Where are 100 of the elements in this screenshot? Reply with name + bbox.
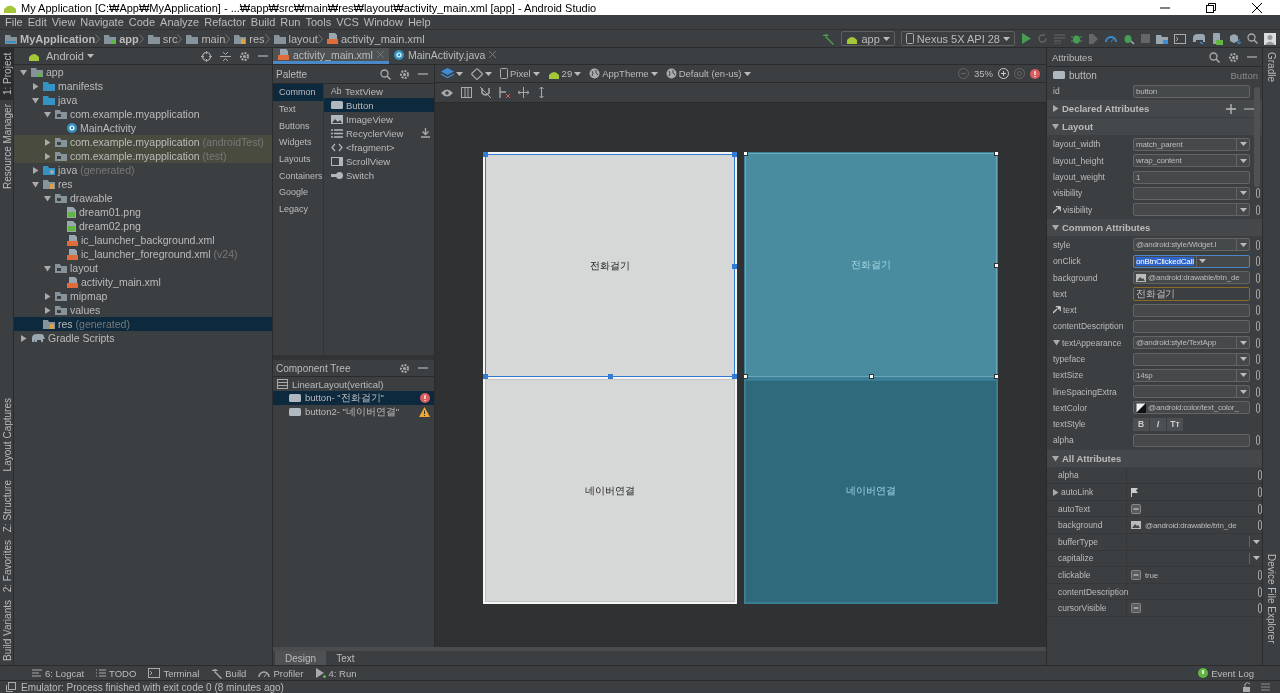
breadcrumb-item[interactable]: src bbox=[162, 32, 178, 45]
tree-item[interactable]: values bbox=[14, 303, 272, 317]
menu-item[interactable]: Run bbox=[279, 16, 305, 28]
hammer-icon[interactable] bbox=[822, 32, 836, 45]
menu-item[interactable]: Analyze bbox=[159, 16, 204, 28]
menu-item[interactable]: Build bbox=[249, 16, 280, 28]
collapsed-arrow-icon[interactable] bbox=[19, 334, 27, 342]
breadcrumb-item[interactable]: main bbox=[201, 32, 226, 45]
caret-icon[interactable] bbox=[1252, 556, 1260, 561]
breadcrumb-item[interactable]: app bbox=[119, 32, 139, 45]
warning-icon[interactable] bbox=[419, 407, 430, 417]
menu-item[interactable]: Refactor bbox=[203, 16, 250, 28]
target-icon[interactable] bbox=[201, 50, 212, 62]
vertical-arrows-icon[interactable] bbox=[537, 87, 546, 98]
bug-icon[interactable] bbox=[1071, 33, 1082, 44]
expanded-arrow-icon[interactable] bbox=[1052, 223, 1059, 231]
section-header[interactable]: Common Attributes bbox=[1047, 218, 1262, 236]
section-header[interactable]: All Attributes bbox=[1047, 449, 1262, 467]
preview-button[interactable]: 네이버연결 bbox=[745, 379, 997, 603]
palette-category[interactable]: Common bbox=[273, 84, 323, 101]
search-icon[interactable] bbox=[380, 68, 391, 80]
dropdown-field[interactable]: onBtnClickedCall bbox=[1133, 254, 1250, 268]
caret-icon[interactable] bbox=[1239, 191, 1247, 196]
collapsed-arrow-icon[interactable] bbox=[31, 82, 39, 90]
resource-picker-icon[interactable] bbox=[1256, 288, 1260, 299]
tree-item[interactable]: layout bbox=[14, 261, 272, 275]
text-field[interactable]: 1 bbox=[1133, 170, 1250, 184]
collapsed-arrow-icon[interactable] bbox=[43, 152, 51, 160]
palette-category[interactable]: Layouts bbox=[273, 150, 323, 168]
dropdown-field[interactable] bbox=[1133, 352, 1250, 366]
download-icon[interactable] bbox=[421, 128, 430, 138]
collapsed-arrow-icon[interactable] bbox=[43, 306, 51, 314]
editor-mode-tab[interactable]: Text bbox=[326, 651, 365, 665]
horizontal-arrows-icon[interactable] bbox=[518, 87, 529, 98]
search-icon[interactable] bbox=[1247, 33, 1258, 44]
text-field[interactable] bbox=[1133, 434, 1250, 447]
device-dropdown[interactable]: Pixel bbox=[500, 68, 540, 79]
menu-item[interactable]: Tools bbox=[304, 16, 336, 28]
user-avatar-icon[interactable] bbox=[1264, 32, 1276, 45]
tool-window-tab[interactable]: Resource Manager bbox=[0, 100, 14, 194]
menu-item[interactable]: Navigate bbox=[79, 16, 128, 28]
checkbox-icon[interactable] bbox=[1131, 603, 1141, 614]
lock-icon[interactable] bbox=[1243, 682, 1253, 692]
collapsed-arrow-icon[interactable] bbox=[1052, 488, 1059, 496]
resize-handle[interactable] bbox=[732, 263, 737, 269]
palette-item[interactable]: ImageView bbox=[324, 112, 434, 126]
tree-item[interactable]: res bbox=[14, 177, 272, 191]
resource-picker-icon[interactable] bbox=[1256, 305, 1260, 316]
expanded-arrow-icon[interactable] bbox=[1053, 339, 1060, 347]
palette-item[interactable]: ScrollView bbox=[324, 154, 434, 168]
resource-picker-icon[interactable] bbox=[1256, 354, 1260, 364]
section-header[interactable]: Layout bbox=[1047, 118, 1262, 136]
settings-icon[interactable] bbox=[399, 68, 410, 80]
tool-window-tab[interactable]: 1: Project bbox=[0, 48, 14, 100]
resource-picker-icon[interactable] bbox=[1256, 272, 1260, 283]
menu-item[interactable]: Edit bbox=[26, 16, 51, 28]
zoom-in-icon[interactable] bbox=[998, 68, 1009, 79]
caret-icon[interactable] bbox=[1239, 207, 1247, 212]
palette-category[interactable]: Google bbox=[273, 184, 323, 201]
text-style-toggle[interactable]: Tт bbox=[1167, 417, 1183, 431]
text-style-toggle[interactable]: B bbox=[1133, 417, 1149, 431]
palette-item[interactable]: Switch bbox=[324, 168, 434, 182]
dropdown-field[interactable] bbox=[1133, 385, 1250, 399]
expanded-arrow-icon[interactable] bbox=[43, 110, 51, 118]
caret-icon[interactable] bbox=[1239, 158, 1247, 163]
tool-window-button[interactable]: TODO bbox=[96, 667, 143, 679]
palette-category[interactable]: Legacy bbox=[273, 200, 323, 218]
palette-item[interactable]: Button bbox=[324, 98, 434, 112]
section-header[interactable]: Declared Attributes bbox=[1047, 100, 1262, 118]
resize-handle[interactable] bbox=[994, 151, 999, 156]
text-field[interactable]: @android:color/text_color_ bbox=[1133, 401, 1250, 415]
palette-category[interactable]: Widgets bbox=[273, 134, 323, 151]
caret-icon[interactable] bbox=[1239, 242, 1247, 247]
resource-picker-icon[interactable] bbox=[1256, 337, 1260, 348]
editor-tab[interactable]: activity_main.xml bbox=[273, 48, 389, 64]
text-field[interactable]: button bbox=[1133, 84, 1250, 98]
resize-handle[interactable] bbox=[608, 374, 613, 379]
tree-item[interactable]: java bbox=[14, 93, 272, 107]
component-tree-item[interactable]: button- "전화걸기" bbox=[273, 391, 434, 405]
text-field[interactable]: @android:drawable/btn_de bbox=[1133, 271, 1250, 284]
resource-picker-icon[interactable] bbox=[1256, 188, 1260, 199]
gauge-icon[interactable] bbox=[1105, 34, 1117, 43]
api-level-dropdown[interactable]: 29 bbox=[547, 68, 582, 79]
tool-window-button[interactable]: 6: Logcat bbox=[32, 667, 91, 679]
search-icon[interactable] bbox=[1209, 51, 1220, 63]
expanded-arrow-icon[interactable] bbox=[43, 264, 51, 272]
sdk-manager-icon[interactable] bbox=[1156, 33, 1168, 44]
resize-handle[interactable] bbox=[869, 373, 874, 379]
tree-item[interactable]: MainActivity bbox=[14, 121, 272, 135]
expanded-arrow-icon[interactable] bbox=[43, 194, 51, 202]
caret-icon[interactable] bbox=[1239, 340, 1247, 345]
tree-item[interactable]: dream01.png bbox=[14, 205, 272, 219]
caret-icon[interactable] bbox=[1239, 142, 1247, 147]
tool-window-tab[interactable]: Gradle bbox=[1264, 48, 1279, 86]
palette-item[interactable]: RecyclerView bbox=[324, 126, 434, 140]
tree-item[interactable]: Gradle Scripts bbox=[14, 331, 272, 345]
palette-item[interactable]: Ab TextView bbox=[324, 84, 434, 98]
expanded-arrow-icon[interactable] bbox=[1052, 454, 1059, 462]
resource-picker-icon[interactable] bbox=[1256, 386, 1260, 397]
dropdown-field[interactable]: 14sp bbox=[1133, 368, 1250, 382]
